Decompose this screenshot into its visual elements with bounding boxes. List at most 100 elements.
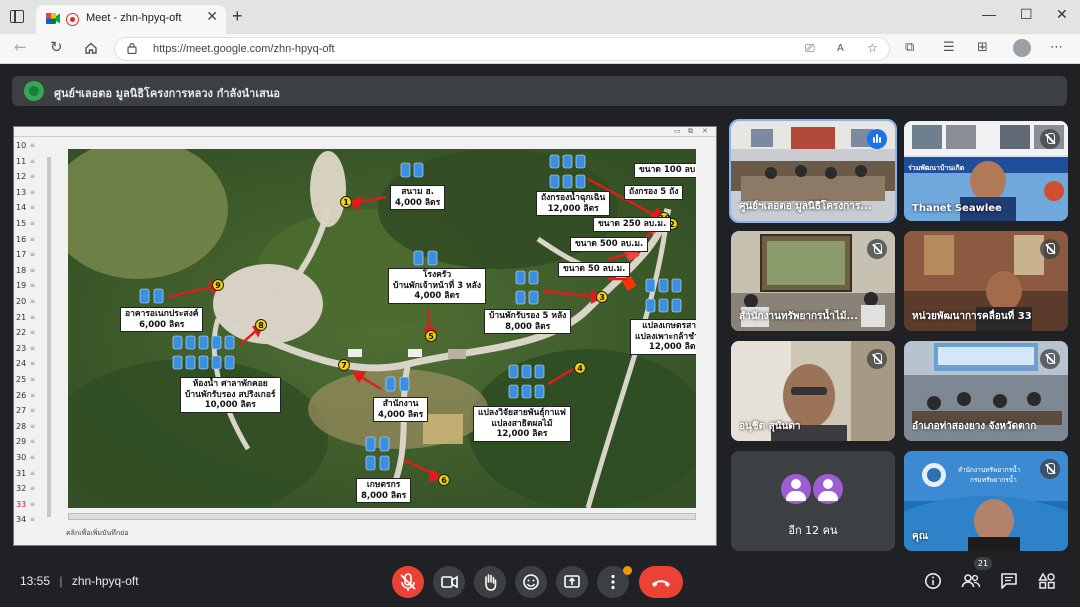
self-tile[interactable]: สำนักงานทรัพยากรน้ำ กรมทรัพยากรน้ำ คุณ bbox=[904, 451, 1068, 551]
participant-name: ศูนย์ฯเลอตอ มูลนิธิโครงการ... bbox=[739, 201, 872, 212]
row-number: 18 bbox=[16, 265, 27, 275]
slide-scrollbar[interactable] bbox=[47, 157, 51, 517]
hand-icon bbox=[485, 574, 497, 591]
row-number: 23 bbox=[16, 343, 27, 353]
row-thumbnail-icon: ≡ bbox=[30, 235, 36, 243]
shared-screen[interactable]: ▭ ⧉ ✕ 10 ≡ 11 ≡ 12 ≡ 13 ≡ 14 ≡ 15 ≡ 16 ≡ 17 ≡ 18 ≡ 19 ≡ 20 ≡ 2… bbox=[13, 126, 717, 546]
back-icon[interactable]: ← bbox=[14, 38, 27, 56]
collections-icon[interactable]: ⊞ bbox=[977, 40, 988, 55]
participant-name: คุณ bbox=[912, 531, 928, 542]
notification-dot bbox=[623, 566, 632, 575]
favorite-icon[interactable]: ☆ bbox=[867, 41, 878, 55]
mic-off-icon bbox=[400, 573, 416, 591]
doc-close-icon[interactable]: ✕ bbox=[702, 127, 708, 135]
mic-off-icon bbox=[1040, 239, 1060, 259]
row-number: 13 bbox=[16, 187, 27, 197]
participant-name: Thanet Seawlee bbox=[912, 203, 1002, 214]
participant-tile[interactable]: หน่วยพัฒนาการคลื่อนที่ 33 bbox=[904, 231, 1068, 331]
current-time: 13:55 bbox=[20, 574, 51, 588]
new-tab-button[interactable]: + bbox=[232, 6, 243, 27]
row-thumbnail-icon: ≡ bbox=[30, 407, 36, 415]
map-label: แปลงเกษตรสาธิตแปลงเพาะกล้าชำกล้า12,000 ล… bbox=[630, 319, 696, 355]
row-thumbnail-icon: ≡ bbox=[30, 313, 36, 321]
row-number: 29 bbox=[16, 437, 27, 447]
map-label: ห้องน้ำ ศาลาพักคอย บ้านพักรับรอง สปริงเกอ… bbox=[180, 377, 281, 413]
participant-avatar bbox=[779, 472, 813, 506]
profile-avatar[interactable] bbox=[1013, 39, 1031, 57]
row-number: 11 bbox=[16, 156, 27, 166]
mic-off-icon bbox=[1040, 459, 1060, 479]
participant-name: อำเภอท่าสองยาง จังหวัดตาก bbox=[912, 421, 1037, 432]
map-label: ขนาด 500 ลบ.ม. bbox=[570, 237, 649, 252]
participant-tile[interactable]: ร่วมพัฒนาบ้านเกิด Thanet Seawlee bbox=[904, 121, 1068, 221]
row-number: 21 bbox=[16, 312, 27, 322]
row-number-gutter: 10 ≡ 11 ≡ 12 ≡ 13 ≡ 14 ≡ 15 ≡ 16 ≡ 17 ≡ 18 ≡ 19 ≡ 20 ≡ 21 ≡ 22 ≡ 2… bbox=[14, 141, 58, 531]
home-icon[interactable] bbox=[84, 41, 98, 55]
extensions-icon[interactable]: ⧉ bbox=[905, 40, 914, 55]
lock-icon[interactable] bbox=[127, 42, 137, 54]
map-label: แปลงวิจัยสายพันธุ์กาแฟ แปลงสาธิตผลไม้ 12,0… bbox=[473, 406, 571, 442]
row-number: 33 bbox=[16, 499, 27, 509]
window-close-icon[interactable]: ✕ bbox=[1056, 6, 1068, 23]
map-label: โรงครัว บ้านพักเจ้าหน้าที่ 3 หลัง 4,000 ลิ… bbox=[388, 268, 486, 304]
map-label: อาคารอเนกประสงค์ 6,000 ลิตร bbox=[120, 307, 204, 333]
participant-tile[interactable]: ศูนย์ฯเลอตอ มูลนิธิโครงการ... bbox=[729, 119, 897, 223]
row-thumbnail-icon: ≡ bbox=[30, 157, 36, 165]
url-field[interactable]: https://meet.google.com/zhn-hpyq-oft ⎚ A… bbox=[114, 37, 890, 61]
participant-tile[interactable]: สำนักงานทรัพยากรน้ำไม้... bbox=[731, 231, 895, 331]
present-screen-button[interactable] bbox=[556, 566, 588, 598]
address-bar: ← ↻ https://meet.google.com/zhn-hpyq-oft… bbox=[0, 34, 1080, 64]
activities-icon[interactable] bbox=[1038, 572, 1056, 590]
row-number: 24 bbox=[16, 359, 27, 369]
more-participants-tile[interactable]: อีก 12 คน bbox=[731, 451, 895, 551]
row-number: 20 bbox=[16, 297, 27, 306]
more-participants-count: อีก 12 คน bbox=[788, 524, 838, 537]
camera-permission-icon[interactable]: ⎚ bbox=[805, 41, 815, 56]
speaking-indicator-icon bbox=[867, 129, 887, 149]
row-thumbnail-icon: ≡ bbox=[30, 188, 36, 196]
row-number: 19 bbox=[16, 281, 27, 291]
map-label: สนาม ฮ. 4,000 ลิตร bbox=[390, 185, 446, 211]
emoji-icon bbox=[523, 574, 539, 590]
chat-icon[interactable] bbox=[1000, 572, 1018, 590]
map-marker: 8 bbox=[255, 319, 267, 331]
tab-title: Meet - zhn-hpyq-oft bbox=[86, 12, 182, 24]
row-number: 26 bbox=[16, 390, 27, 400]
favorites-icon[interactable]: ☰ bbox=[943, 40, 955, 55]
slide-horizontal-scrollbar[interactable] bbox=[68, 513, 696, 520]
row-thumbnail-icon: ≡ bbox=[30, 391, 36, 399]
participant-tile[interactable]: อำเภอท่าสองยาง จังหวัดตาก bbox=[904, 341, 1068, 441]
doc-restore-icon[interactable]: ⧉ bbox=[688, 127, 693, 136]
camera-toggle-button[interactable] bbox=[433, 566, 465, 598]
presenter-avatar bbox=[24, 81, 44, 101]
more-menu-icon[interactable]: ⋯ bbox=[1050, 40, 1063, 55]
participant-name: หน่วยพัฒนาการคลื่อนที่ 33 bbox=[912, 311, 1032, 322]
tab-actions-icon[interactable] bbox=[10, 10, 24, 23]
reactions-button[interactable] bbox=[515, 566, 547, 598]
maximize-icon[interactable]: ☐ bbox=[1020, 6, 1033, 23]
tile-banner-text: ร่วมพัฒนาบ้านเกิด bbox=[908, 164, 965, 172]
people-icon[interactable] bbox=[961, 572, 981, 590]
browser-tab[interactable]: Meet - zhn-hpyq-oft ✕ bbox=[36, 5, 226, 34]
doc-minimize-icon[interactable]: ▭ bbox=[674, 127, 681, 135]
row-number: 25 bbox=[16, 375, 27, 384]
mic-toggle-button[interactable] bbox=[392, 566, 424, 598]
row-number: 28 bbox=[16, 421, 27, 431]
map-label: ถังกรองน้ำฉุกเฉิน 12,000 ลิตร bbox=[536, 191, 611, 217]
raise-hand-button[interactable] bbox=[474, 566, 506, 598]
row-thumbnail-icon: ≡ bbox=[30, 469, 36, 477]
camera-icon bbox=[441, 575, 458, 589]
tab-close-icon[interactable]: ✕ bbox=[206, 9, 218, 25]
minimize-icon[interactable]: — bbox=[982, 6, 996, 22]
participant-tile[interactable]: อนุชิต สุนันดา bbox=[731, 341, 895, 441]
row-thumbnail-icon: ≡ bbox=[30, 142, 36, 149]
row-thumbnail-icon: ≡ bbox=[30, 282, 36, 290]
presenter-label: ศูนย์ฯเลอตอ มูลนิธิโครงการหลวง กำลังนำเส… bbox=[54, 87, 280, 100]
reload-icon[interactable]: ↻ bbox=[50, 38, 63, 56]
row-thumbnail-icon: ≡ bbox=[30, 220, 36, 227]
leave-call-button[interactable] bbox=[639, 566, 683, 598]
read-aloud-icon[interactable]: A bbox=[837, 43, 844, 54]
meeting-details-icon[interactable] bbox=[924, 572, 942, 590]
row-number: 10 bbox=[16, 141, 27, 150]
meeting-code[interactable]: zhn-hpyq-oft bbox=[72, 574, 139, 588]
